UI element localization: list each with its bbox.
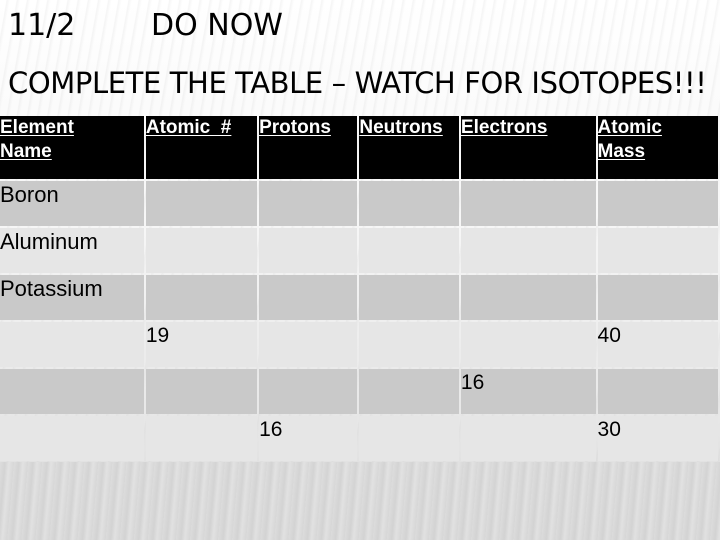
- date-label: 11/2: [8, 8, 76, 43]
- table-row: Aluminum: [0, 228, 718, 273]
- cell-neutrons[interactable]: [359, 322, 459, 367]
- cell-neutrons[interactable]: [359, 228, 459, 273]
- cell-neutrons[interactable]: [359, 416, 459, 461]
- cell-electrons[interactable]: [460, 322, 596, 367]
- header-text: Mass: [597, 141, 646, 162]
- cell-protons[interactable]: 16: [259, 416, 358, 461]
- header-text: Element: [0, 117, 74, 138]
- cell-electrons[interactable]: [460, 275, 596, 320]
- cell-electrons[interactable]: [460, 228, 596, 273]
- cell-atomic-mass[interactable]: 40: [597, 322, 718, 367]
- table-row: Boron: [0, 181, 718, 226]
- cell-electrons[interactable]: [460, 181, 596, 226]
- header-text: Atomic: [597, 117, 662, 138]
- cell-atomic-mass[interactable]: [597, 275, 718, 320]
- header-element-name: Element Name: [0, 116, 144, 179]
- header-electrons: Electrons: [460, 116, 596, 179]
- header-atomic-mass: Atomic Mass: [597, 116, 718, 179]
- cell-protons[interactable]: [259, 322, 358, 367]
- cell-element-name[interactable]: [0, 416, 144, 461]
- cell-protons[interactable]: [259, 181, 358, 226]
- header-protons: Protons: [259, 116, 358, 179]
- cell-element-name[interactable]: Potassium: [0, 275, 144, 320]
- table-row: 16 30: [0, 416, 718, 461]
- header-neutrons: Neutrons: [359, 116, 459, 179]
- header-row: Element Name Atomic # Protons Neutrons El…: [0, 116, 718, 179]
- cell-atomic-number[interactable]: [145, 275, 258, 320]
- header-atomic-number: Atomic #: [145, 116, 258, 179]
- cell-element-name[interactable]: [0, 322, 144, 367]
- cell-electrons[interactable]: [460, 416, 596, 461]
- table-row: 19 40: [0, 322, 718, 367]
- table-row: Potassium: [0, 275, 718, 320]
- cell-atomic-mass[interactable]: [597, 228, 718, 273]
- cell-element-name[interactable]: [0, 369, 144, 414]
- cell-atomic-number[interactable]: [145, 181, 258, 226]
- cell-atomic-number[interactable]: 19: [145, 322, 258, 367]
- header-text: Name: [0, 141, 52, 162]
- isotope-table: Element Name Atomic # Protons Neutrons El…: [0, 114, 720, 463]
- heading-label: DO NOW: [151, 8, 283, 43]
- cell-atomic-number[interactable]: [145, 369, 258, 414]
- cell-element-name[interactable]: Boron: [0, 181, 144, 226]
- background-band: [0, 462, 720, 540]
- cell-neutrons[interactable]: [359, 275, 459, 320]
- cell-atomic-mass[interactable]: 30: [597, 416, 718, 461]
- table-row: 16: [0, 369, 718, 414]
- cell-protons[interactable]: [259, 275, 358, 320]
- cell-atomic-number[interactable]: [145, 416, 258, 461]
- slide-title: 11/2 DO NOW: [8, 8, 283, 43]
- cell-atomic-mass[interactable]: [597, 369, 718, 414]
- instruction-text: COMPLETE THE TABLE – WATCH FOR ISOTOPES!…: [8, 66, 707, 100]
- cell-atomic-mass[interactable]: [597, 181, 718, 226]
- cell-protons[interactable]: [259, 369, 358, 414]
- cell-atomic-number[interactable]: [145, 228, 258, 273]
- cell-protons[interactable]: [259, 228, 358, 273]
- cell-electrons[interactable]: 16: [460, 369, 596, 414]
- cell-element-name[interactable]: Aluminum: [0, 228, 144, 273]
- cell-neutrons[interactable]: [359, 369, 459, 414]
- cell-neutrons[interactable]: [359, 181, 459, 226]
